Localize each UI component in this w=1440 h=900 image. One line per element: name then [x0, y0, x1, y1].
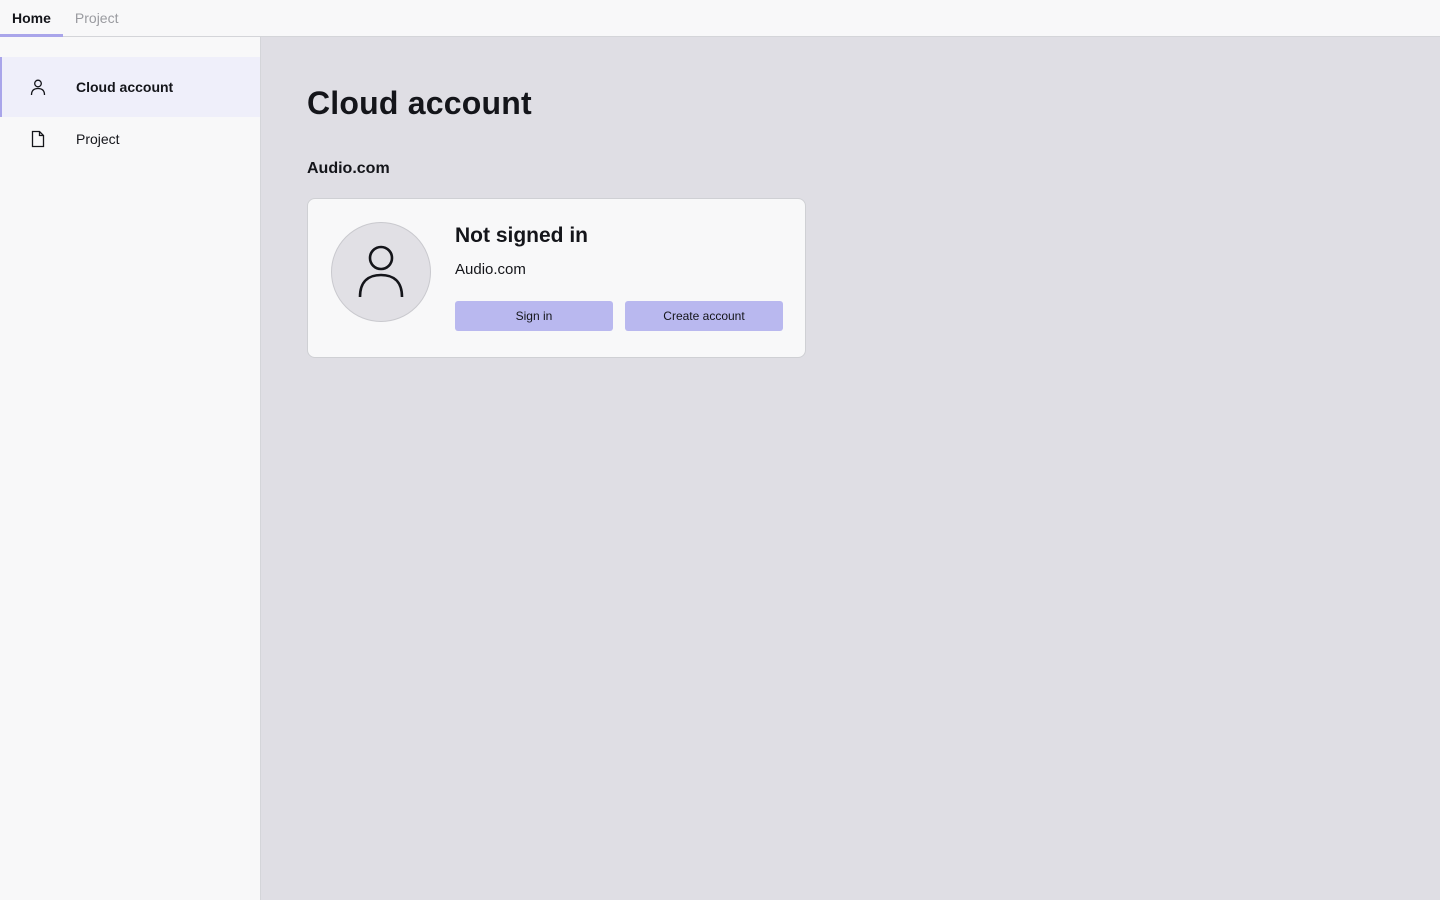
service-name: Audio.com [455, 261, 526, 278]
sidebar-item-cloud-account[interactable]: Cloud account [0, 57, 260, 117]
status-title: Not signed in [455, 224, 588, 247]
file-icon [29, 130, 47, 148]
tab-home[interactable]: Home [0, 0, 63, 37]
sidebar-item-label: Project [76, 131, 120, 147]
sidebar-item-project[interactable]: Project [0, 109, 260, 169]
tab-project-label: Project [74, 10, 119, 26]
avatar [331, 222, 431, 322]
create-account-button[interactable]: Create account [625, 301, 783, 331]
card-body: Not signed in Audio.com Sign in Create a… [455, 222, 783, 357]
person-icon [29, 78, 47, 96]
sidebar-item-label: Cloud account [76, 79, 174, 95]
button-row: Sign in Create account [455, 301, 783, 331]
tab-home-label: Home [12, 10, 51, 26]
section-title: Audio.com [307, 160, 390, 177]
person-icon [358, 245, 404, 298]
sign-in-button[interactable]: Sign in [455, 301, 613, 331]
page-title: Cloud account [307, 85, 532, 121]
tab-project[interactable]: Project [63, 0, 131, 36]
top-tab-bar: Home Project [0, 0, 1440, 37]
account-card: Not signed in Audio.com Sign in Create a… [307, 198, 806, 358]
main-content: Cloud account Audio.com Not signed in Au… [261, 37, 1440, 900]
sidebar: Cloud account Project [0, 37, 261, 900]
